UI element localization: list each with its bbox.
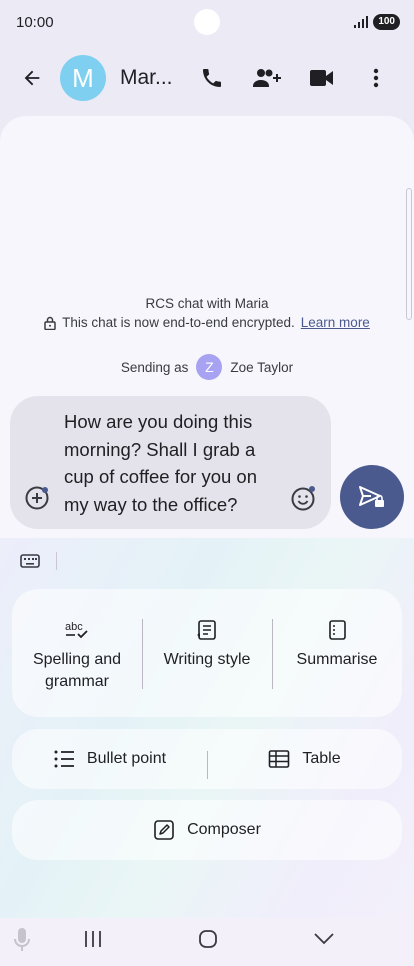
summarise-button[interactable]: Summarise [272,589,402,717]
battery-icon: 100 [373,14,400,30]
spelling-grammar-button[interactable]: abc Spelling and grammar [12,589,142,717]
tool-label: Spelling and grammar [33,649,121,693]
tool-label: Summarise [296,651,378,668]
send-encrypted-icon [359,486,384,507]
chat-info-title: RCS chat with Maria [145,296,269,311]
hide-keyboard-button[interactable] [313,931,335,950]
sending-as-row[interactable]: Sending as Z Zoe Taylor [0,354,414,380]
contact-name[interactable]: Mar... [120,66,180,90]
home-icon [199,930,217,948]
keyboard-icon[interactable] [20,553,40,569]
message-text[interactable]: How are you doing this morning? Shall I … [64,408,290,518]
encryption-text: This chat is now end-to-end encrypted. [62,315,295,330]
video-call-button[interactable] [300,56,344,100]
bullet-point-label: Bullet point [86,750,167,767]
back-button[interactable] [10,56,54,100]
app-bar: M Mar... [0,50,414,106]
keyboard-toggle-row [20,552,57,570]
divider [56,552,57,570]
add-person-icon [253,69,281,87]
sender-avatar: Z [196,354,223,380]
writing-assist-panel: abc Spelling and grammar Writing style S… [0,538,414,918]
edit-icon [154,820,174,840]
add-person-button[interactable] [244,56,288,100]
home-button[interactable] [198,929,218,954]
video-camera-icon [310,70,333,86]
voice-input-button[interactable] [12,926,32,959]
svg-text:abc: abc [65,621,83,633]
assist-tools-card: abc Spelling and grammar Writing style S… [12,589,402,717]
phone-icon [203,69,221,87]
tool-label: Writing style [163,651,251,668]
more-options-button[interactable] [354,56,398,100]
bullet-list-icon [54,750,74,768]
message-line: How are you doing this [64,411,253,432]
recent-apps-button[interactable] [84,930,102,953]
navigation-bar [0,918,414,966]
summarise-icon [329,620,346,640]
composer-button[interactable]: Composer [12,800,402,860]
message-line: my way to the office? [64,493,238,515]
emoji-button[interactable] [290,485,316,516]
contact-avatar[interactable]: M [60,55,106,101]
format-options-card: Bullet point Table [12,729,402,789]
sender-name: Zoe Taylor [230,359,294,375]
chat-info: RCS chat with Maria This chat is now end… [0,294,414,332]
writing-style-button[interactable]: Writing style [142,589,272,717]
encryption-notice: This chat is now end-to-end encrypted. L… [0,313,414,332]
microphone-icon [14,928,30,951]
signal-icon [354,16,369,28]
message-compose-field[interactable]: How are you doing this morning? Shall I … [10,396,331,529]
message-line: cup of coffee for you on [64,466,258,487]
writing-style-icon [197,620,216,640]
chevron-down-icon [314,933,334,945]
recent-apps-icon [85,931,101,947]
lock-icon [44,316,56,330]
emoji-icon [291,486,315,511]
send-button[interactable] [340,465,404,529]
add-circle-icon [25,486,49,510]
call-button[interactable] [190,56,234,100]
status-time: 10:00 [16,13,54,31]
sending-as-label: Sending as [120,359,189,375]
more-vert-icon [373,68,379,88]
composer-label: Composer [187,821,261,838]
table-icon [269,750,290,768]
camera-cutout [194,9,220,35]
status-icons: 100 [354,14,400,30]
table-label: Table [302,750,341,767]
table-button[interactable]: Table [207,749,402,779]
bullet-point-button[interactable]: Bullet point [12,749,207,769]
message-line: morning? Shall I grab a [64,438,256,460]
spellcheck-icon: abc [65,621,88,639]
tool-label-line: Spelling and [32,651,122,668]
attach-button[interactable] [24,485,50,516]
tool-label-line: grammar [44,673,109,690]
learn-more-link[interactable]: Learn more [301,313,370,332]
back-arrow-icon [24,70,40,86]
